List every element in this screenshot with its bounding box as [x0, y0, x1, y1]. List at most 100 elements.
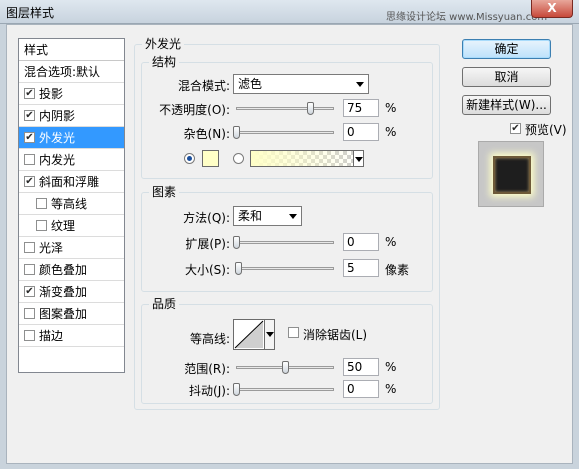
jitter-input[interactable]: 0	[343, 380, 379, 398]
style-item-label: 描边	[39, 329, 64, 343]
style-checkbox[interactable]	[24, 242, 35, 253]
style-item-label: 混合选项:默认	[24, 65, 101, 79]
glow-gradient-picker[interactable]	[250, 150, 364, 167]
window-title: 图层样式	[6, 6, 55, 20]
style-preview	[478, 141, 544, 207]
spread-input[interactable]: 0	[343, 233, 379, 251]
style-checkbox[interactable]	[36, 220, 47, 231]
preview-label[interactable]: 预览(V)	[525, 121, 567, 138]
size-input[interactable]: 5	[343, 259, 379, 277]
jitter-label: 抖动(J):	[189, 384, 230, 398]
spread-label: 扩展(P):	[185, 237, 230, 251]
new-style-button[interactable]: 新建样式(W)...	[462, 95, 551, 115]
style-item[interactable]: 内发光	[19, 149, 124, 171]
style-item[interactable]: 图案叠加	[19, 303, 124, 325]
opacity-slider[interactable]	[236, 102, 334, 115]
style-item[interactable]: ✔ 内阴影	[19, 105, 124, 127]
style-item[interactable]: ✔ 斜面和浮雕	[19, 171, 124, 193]
preview-checkbox[interactable]: ✔	[510, 123, 521, 134]
style-item-label: 图案叠加	[39, 307, 88, 321]
slider-thumb[interactable]	[233, 236, 240, 249]
style-checkbox[interactable]	[24, 330, 35, 341]
layer-style-dialog: 样式 混合选项:默认 ✔ 投影 ✔ 内阴影 ✔ 外发光 内发光 ✔ 斜面和浮雕 等高线 纹理 光泽 颜色叠…	[6, 24, 573, 464]
noise-slider[interactable]	[233, 126, 334, 139]
outer-glow-title: 外发光	[142, 37, 185, 51]
slider-thumb[interactable]	[306, 102, 314, 115]
ok-button[interactable]: 确定	[462, 39, 551, 59]
style-checkbox[interactable]: ✔	[24, 286, 35, 297]
noise-label: 杂色(N):	[183, 127, 230, 141]
quality-title: 品质	[149, 297, 180, 311]
spread-slider[interactable]	[233, 236, 334, 249]
style-item-label: 投影	[39, 87, 64, 101]
chevron-down-icon	[356, 82, 364, 87]
title-bar: 图层样式 思缘设计论坛 www.Missyuan.com X	[0, 0, 579, 24]
slider-thumb[interactable]	[233, 383, 240, 396]
style-checkbox[interactable]	[24, 154, 35, 165]
opacity-unit: %	[385, 101, 397, 115]
opacity-label: 不透明度(O):	[159, 103, 230, 117]
blend-mode-select[interactable]: 滤色	[233, 74, 369, 94]
spread-unit: %	[385, 235, 397, 249]
style-checkbox[interactable]: ✔	[24, 132, 35, 143]
style-item-label: 渐变叠加	[39, 285, 88, 299]
style-checkbox[interactable]	[24, 264, 35, 275]
glow-color-swatch[interactable]	[202, 150, 219, 167]
style-item-label: 纹理	[51, 219, 76, 233]
style-item[interactable]: 描边	[19, 325, 124, 347]
style-checkbox[interactable]: ✔	[24, 176, 35, 187]
jitter-slider[interactable]	[233, 383, 334, 396]
size-unit: 像素	[385, 263, 410, 277]
watermark-text: 思缘设计论坛 www.Missyuan.com	[386, 12, 548, 23]
style-item[interactable]: 纹理	[19, 215, 124, 237]
style-checkbox[interactable]: ✔	[24, 110, 35, 121]
slider-track	[236, 241, 334, 244]
style-item-label: 光泽	[39, 241, 64, 255]
range-label: 范围(R):	[184, 362, 230, 376]
range-input[interactable]: 50	[343, 358, 379, 376]
gradient-radio[interactable]	[233, 153, 244, 164]
noise-unit: %	[385, 125, 397, 139]
size-label: 大小(S):	[184, 263, 230, 277]
style-item[interactable]: 混合选项:默认	[19, 61, 124, 83]
style-checkbox[interactable]	[36, 198, 47, 209]
opacity-input[interactable]: 75	[343, 99, 379, 117]
chevron-down-icon[interactable]	[264, 319, 275, 350]
contour-picker[interactable]	[233, 319, 275, 350]
anti-alias-label[interactable]: 消除锯齿(L)	[303, 326, 367, 343]
styles-list: 样式 混合选项:默认 ✔ 投影 ✔ 内阴影 ✔ 外发光内发光 ✔ 斜面和浮雕等高线纹理光泽颜色叠…	[18, 38, 125, 373]
outer-glow-group: 外发光 结构 混合模式: 滤色 不透明度(O): 75 % 杂色(N): 0 %	[134, 37, 440, 410]
close-button[interactable]: X	[531, 0, 573, 18]
technique-value: 柔和	[238, 209, 263, 223]
style-item[interactable]: 等高线	[19, 193, 124, 215]
elements-title: 图素	[149, 185, 180, 199]
anti-alias-checkbox[interactable]	[288, 327, 299, 338]
style-item[interactable]: ✔ 渐变叠加	[19, 281, 124, 303]
slider-track	[236, 388, 334, 391]
style-item[interactable]: ✔ 投影	[19, 83, 124, 105]
range-slider[interactable]	[236, 361, 334, 374]
noise-input[interactable]: 0	[343, 123, 379, 141]
style-item-label: 内发光	[39, 153, 76, 167]
styles-header[interactable]: 样式	[19, 39, 124, 61]
style-item[interactable]: ✔ 外发光	[19, 127, 124, 149]
style-checkbox[interactable]	[24, 308, 35, 319]
style-checkbox[interactable]: ✔	[24, 88, 35, 99]
slider-thumb[interactable]	[233, 126, 240, 139]
style-item[interactable]: 光泽	[19, 237, 124, 259]
contour-label: 等高线:	[189, 332, 230, 346]
style-item-label: 颜色叠加	[39, 263, 88, 277]
slider-thumb[interactable]	[282, 361, 289, 374]
slider-thumb[interactable]	[234, 262, 242, 275]
structure-title: 结构	[149, 55, 180, 69]
technique-select[interactable]: 柔和	[233, 206, 302, 226]
style-item-label: 斜面和浮雕	[39, 175, 100, 189]
preview-thumbnail	[493, 156, 531, 194]
chevron-down-icon[interactable]	[353, 150, 364, 167]
cancel-button[interactable]: 取消	[462, 67, 551, 87]
style-item[interactable]: 颜色叠加	[19, 259, 124, 281]
blend-mode-label: 混合模式:	[177, 79, 230, 93]
slider-track	[236, 131, 334, 134]
size-slider[interactable]	[234, 262, 334, 275]
solid-color-radio[interactable]	[184, 153, 195, 164]
